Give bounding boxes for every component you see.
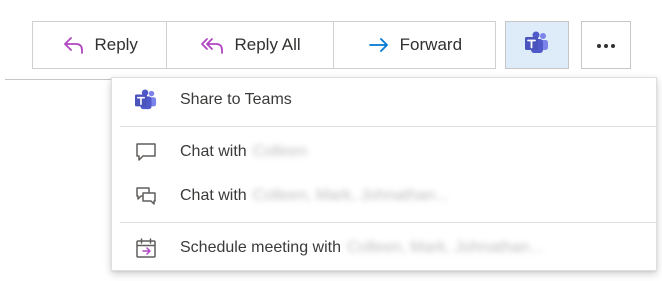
menu-separator [120, 126, 656, 127]
calendar-icon [112, 226, 180, 270]
menu-item-label: Chat with [180, 143, 247, 160]
menu-separator [120, 222, 656, 223]
reply-button[interactable]: Reply [33, 22, 166, 68]
teams-icon [524, 31, 550, 60]
reply-label: Reply [94, 35, 138, 54]
reply-all-button[interactable]: Reply All [166, 22, 332, 68]
forward-label: Forward [399, 35, 463, 54]
recipient-names: Colleen [252, 143, 307, 160]
reply-icon [61, 35, 85, 55]
reply-all-icon [199, 35, 225, 55]
divider [5, 79, 111, 80]
group-chat-icon [112, 174, 180, 218]
menu-item-label: Chat with [180, 187, 247, 204]
recipient-names: Colleen, Mark, Johnathan... [346, 239, 543, 256]
more-icon [596, 36, 616, 54]
menu-item-label: Share to Teams [180, 91, 292, 108]
chat-icon [112, 130, 180, 174]
forward-button[interactable]: Forward [332, 22, 495, 68]
menu-item-chat-with[interactable]: Chat with Colleen [112, 130, 656, 174]
menu-item-label: Schedule meeting with [180, 239, 341, 256]
menu-item-schedule-meeting[interactable]: Schedule meeting with Colleen, Mark, Joh… [112, 226, 656, 270]
more-actions-button[interactable] [581, 21, 631, 69]
share-to-teams-button[interactable] [505, 21, 569, 69]
teams-dropdown-menu: Share to Teams Chat with Colleen Chat wi… [111, 77, 657, 271]
forward-icon [367, 35, 391, 55]
reply-all-label: Reply All [234, 35, 301, 54]
menu-item-group-chat-with[interactable]: Chat with Colleen, Mark, Johnathan... [112, 174, 656, 218]
recipient-names: Colleen, Mark, Johnathan... [252, 187, 449, 204]
message-action-area: Reply Reply All Forward Share to Teams C… [0, 0, 662, 281]
teams-icon [112, 78, 180, 122]
reply-button-group: Reply Reply All Forward [32, 21, 496, 69]
menu-item-share-to-teams[interactable]: Share to Teams [112, 78, 656, 122]
